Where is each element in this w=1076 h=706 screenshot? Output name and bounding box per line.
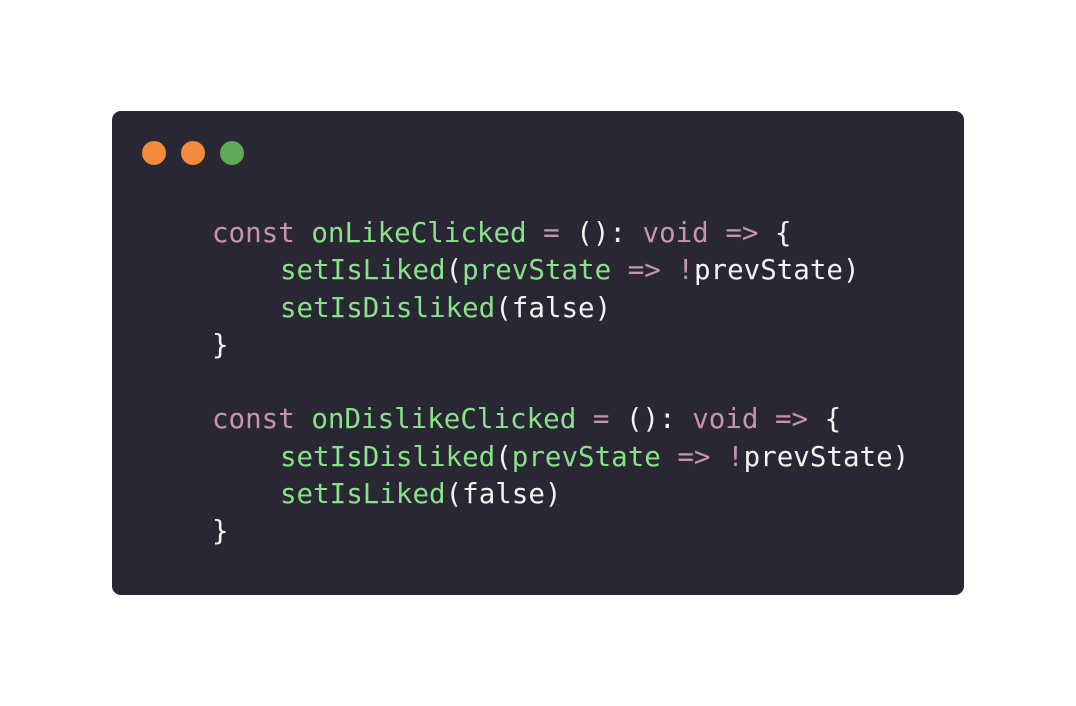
code-text: } <box>212 515 229 548</box>
code-text: { <box>808 403 842 436</box>
code-keyword: const <box>212 217 295 249</box>
code-line: const onDislikeClicked = (): void => { <box>212 401 909 438</box>
code-line: } <box>212 327 909 364</box>
close-dot-icon <box>142 141 166 165</box>
code-keyword: => <box>774 403 809 436</box>
code-keyword: void <box>642 217 709 249</box>
code-keyword: => <box>627 254 661 287</box>
minimize-dot-icon <box>181 141 205 165</box>
maximize-dot-icon <box>220 141 244 165</box>
code-identifier: setIsLiked <box>280 478 446 511</box>
code-line: setIsLiked(false) <box>212 476 909 513</box>
code-text: prevState) <box>743 440 910 473</box>
code-identifier: setIsDisliked <box>280 291 496 324</box>
code-keyword: => <box>677 440 711 473</box>
code-line: setIsDisliked(false) <box>212 290 909 327</box>
code-text: } <box>212 328 229 361</box>
code-identifier: prevState <box>462 254 612 287</box>
code-text: (false) <box>445 478 562 511</box>
code-text: ( <box>445 254 463 287</box>
code-text: (): <box>609 403 693 436</box>
code-identifier: onDislikeClicked <box>311 403 577 436</box>
code-line: const onLikeClicked = (): void => { <box>212 215 909 252</box>
code-keyword: => <box>725 217 759 249</box>
window-controls <box>142 141 244 165</box>
code-line: setIsLiked(prevState => !prevState) <box>212 252 909 289</box>
code-identifier: prevState <box>511 440 661 473</box>
code-text: ( <box>495 440 512 473</box>
page: const onLikeClicked = (): void => {setIs… <box>0 0 1076 706</box>
code-keyword: = <box>592 403 610 436</box>
code-keyword: = <box>543 217 560 249</box>
code-text: (): <box>559 217 643 249</box>
code-keyword: ! <box>727 440 744 473</box>
code-text: { <box>758 217 792 249</box>
code-identifier: onLikeClicked <box>311 217 527 249</box>
code-identifier: setIsDisliked <box>280 440 496 473</box>
code-window: const onLikeClicked = (): void => {setIs… <box>112 111 964 595</box>
code-line: } <box>212 513 909 550</box>
code-identifier: setIsLiked <box>280 254 446 287</box>
code-text: prevState) <box>693 254 860 287</box>
code-text: (false) <box>495 291 612 324</box>
code-block: const onLikeClicked = (): void => {setIs… <box>212 215 909 551</box>
code-keyword: const <box>212 403 295 436</box>
code-keyword: void <box>692 403 759 436</box>
code-keyword: ! <box>677 254 694 287</box>
code-line: setIsDisliked(prevState => !prevState) <box>212 439 909 476</box>
